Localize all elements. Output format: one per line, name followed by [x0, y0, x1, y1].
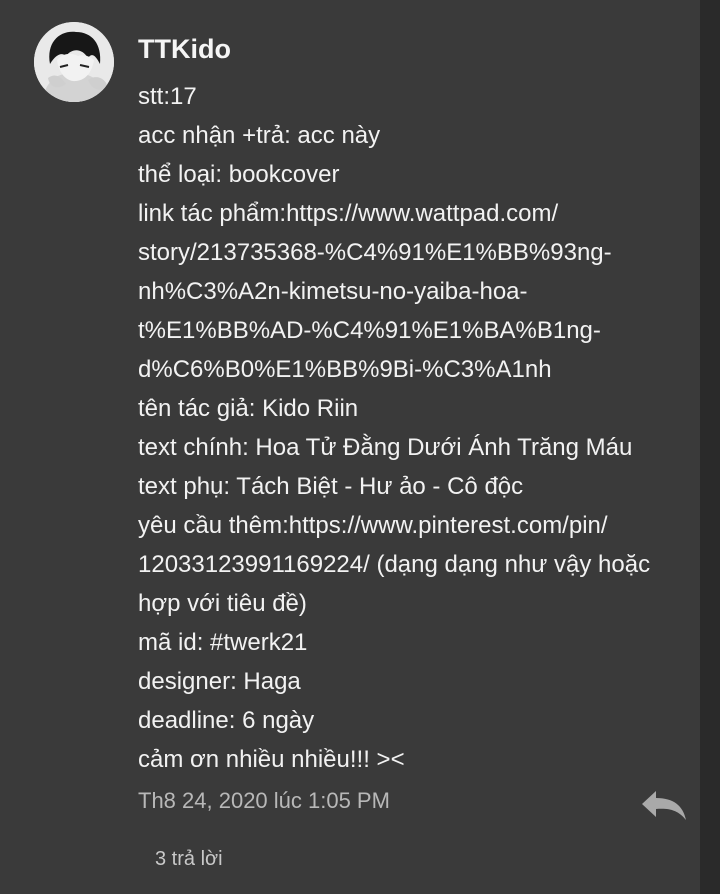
comment-line: acc nhận +trả: acc này	[138, 122, 381, 149]
scroll-edge	[700, 0, 720, 894]
comment-timestamp: Th8 24, 2020 lúc 1:05 PM	[138, 788, 390, 813]
comment-line: link tác phẩm:https://www.wattpad.com/	[138, 200, 559, 227]
comment-line: story/213735368-%C4%91%E1%BB%93ng-	[138, 239, 612, 266]
comment-line: nh%C3%A2n-kimetsu-no-yaiba-hoa-	[138, 278, 528, 305]
comment-line: yêu cầu thêm:https://www.pinterest.com/p…	[138, 512, 608, 539]
reply-button[interactable]	[638, 786, 690, 824]
comment-line: t%E1%BB%AD-%C4%91%E1%BA%B1ng-	[138, 317, 601, 344]
reply-count-link[interactable]: 3 trả lời	[155, 848, 223, 871]
comment-line: 12033123991169224/ (dạng dạng như vậy ho…	[138, 551, 651, 578]
comment-line: cảm ơn nhiều nhiều!!! ><	[138, 746, 405, 773]
reply-arrow-icon	[642, 791, 686, 820]
comment-line: mã id: #twerk21	[138, 629, 308, 656]
username[interactable]: TTKido	[138, 34, 231, 65]
comment-line: stt:17	[138, 83, 197, 110]
comment-line: deadline: 6 ngày	[138, 707, 315, 734]
comment-line: text phụ: Tách Biệt - Hư ảo - Cô độc	[138, 473, 524, 500]
comment-line: thể loại: bookcover	[138, 161, 340, 188]
comment-line: tên tác giả: Kido Riin	[138, 395, 359, 422]
comment-line: d%C6%B0%E1%BB%9Bi-%C3%A1nh	[138, 356, 552, 383]
avatar[interactable]	[34, 22, 114, 102]
comment-line: hợp với tiêu đề)	[138, 590, 307, 617]
comment-line: text chính: Hoa Tử Đằng Dưới Ánh Trăng M…	[138, 434, 633, 461]
comment-line: designer: Haga	[138, 668, 301, 695]
comment-body: stt:17 acc nhận +trả: acc này thể loại: …	[138, 77, 698, 779]
avatar-image	[34, 22, 114, 102]
comment-card: TTKido stt:17 acc nhận +trả: acc này thể…	[0, 0, 700, 894]
